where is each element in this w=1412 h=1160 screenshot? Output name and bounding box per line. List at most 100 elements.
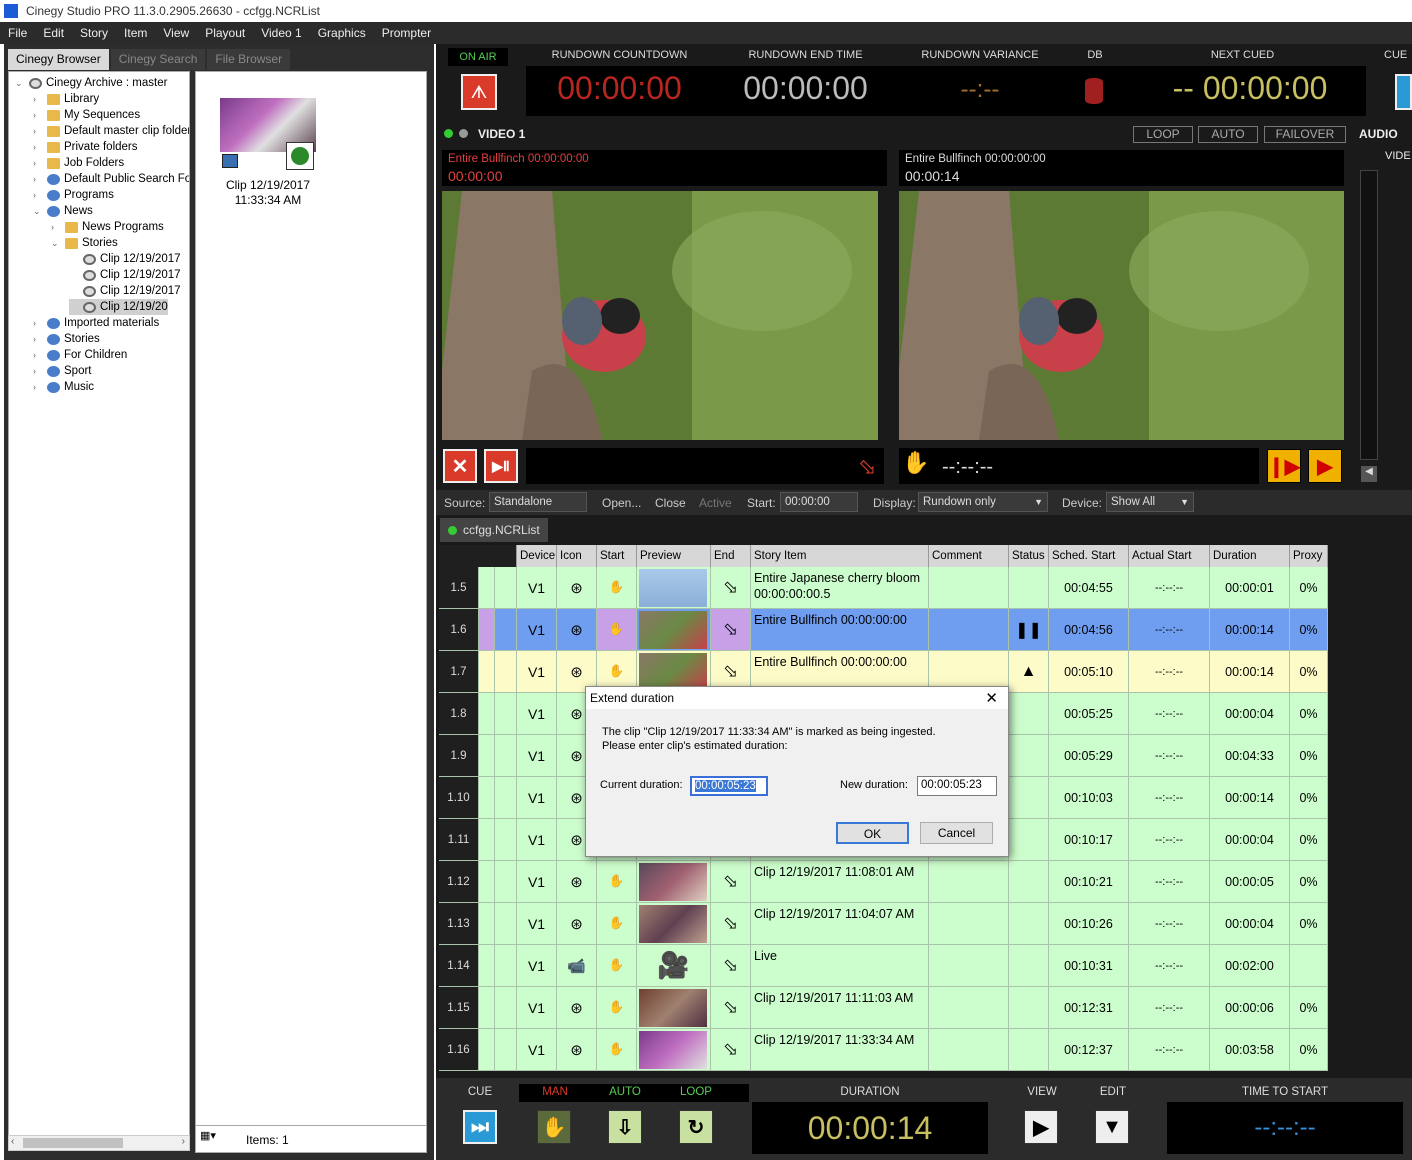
row-selector[interactable]	[495, 693, 517, 735]
play-button[interactable]: ▶	[1308, 449, 1342, 483]
manual-start-icon[interactable]: ✋	[597, 567, 637, 609]
tree-node[interactable]: › Library	[33, 91, 99, 107]
device-select[interactable]: Show All ▼	[1106, 492, 1194, 512]
tree-node[interactable]: Clip 12/19/2017	[69, 267, 181, 283]
table-row[interactable]: 1.12 V1 ⊛ ✋ ⬂ Clip 12/19/2017 11:08:01 AM 00:1…	[439, 861, 1328, 903]
scroll-right-icon[interactable]: ›	[182, 1136, 185, 1147]
tree-node[interactable]: › Default master clip folder	[33, 123, 189, 139]
stop-button[interactable]: ✕	[443, 449, 477, 483]
current-duration-field[interactable]: 00:00:05:23	[690, 776, 768, 796]
end-arrow-icon[interactable]: ⬂	[711, 945, 751, 987]
auto-mode-button[interactable]: ⇩	[608, 1110, 642, 1144]
column-header-sched[interactable]: Sched. Start	[1049, 545, 1129, 567]
column-header-duration[interactable]: Duration	[1210, 545, 1290, 567]
column-header-story[interactable]: Story Item	[751, 545, 929, 567]
chevron-right-icon[interactable]: ›	[33, 382, 43, 392]
row-selector[interactable]	[495, 735, 517, 777]
tree-node[interactable]: › Music	[33, 379, 94, 395]
column-header-end[interactable]: End	[711, 545, 751, 567]
tab-cinegy-browser[interactable]: Cinegy Browser	[8, 49, 109, 70]
tree-node[interactable]: ⌄ Cinegy Archive : master	[15, 75, 167, 91]
row-selector[interactable]	[495, 861, 517, 903]
pause-play-button[interactable]: ▶Ⅱ	[484, 449, 518, 483]
table-row[interactable]: 1.6 V1 ⊛ ✋ ⬂ Entire Bullfinch 00:00:00:00 ❚❚ 00…	[439, 609, 1328, 651]
cue-header-button[interactable]	[1395, 74, 1412, 110]
menu-graphics[interactable]: Graphics	[310, 26, 374, 40]
failover-toggle[interactable]: FAILOVER	[1264, 126, 1346, 143]
menu-story[interactable]: Story	[72, 26, 116, 40]
tree-node[interactable]: › My Sequences	[33, 107, 140, 123]
menu-playout[interactable]: Playout	[197, 26, 253, 40]
source-field[interactable]: Standalone	[489, 492, 587, 512]
manual-start-icon[interactable]: ✋	[597, 987, 637, 1029]
table-row[interactable]: 1.16 V1 ⊛ ✋ ⬂ Clip 12/19/2017 11:33:34 AM 00:1…	[439, 1029, 1328, 1071]
start-timecode-field[interactable]: 00:00:00	[780, 492, 858, 512]
tree-node[interactable]: Clip 12/19/2017	[69, 251, 181, 267]
row-selector[interactable]	[495, 987, 517, 1029]
active-button[interactable]: Active	[699, 496, 732, 510]
table-row[interactable]: 1.13 V1 ⊛ ✋ ⬂ Clip 12/19/2017 11:04:07 AM 00:1…	[439, 903, 1328, 945]
cancel-button[interactable]: Cancel	[920, 822, 993, 844]
row-selector[interactable]	[495, 945, 517, 987]
menu-edit[interactable]: Edit	[35, 26, 72, 40]
tree-node[interactable]: ⌄ Stories	[51, 235, 118, 251]
edit-button[interactable]: ▼	[1095, 1110, 1129, 1144]
column-header-proxy[interactable]: Proxy	[1290, 545, 1328, 567]
archive-tree[interactable]: ⌄ Cinegy Archive : master › Library › My Sequ…	[8, 71, 190, 1136]
menu-view[interactable]: View	[155, 26, 197, 40]
row-selector[interactable]	[495, 609, 517, 651]
manual-start-icon[interactable]: ✋	[597, 609, 637, 651]
table-row[interactable]: 1.14 V1 📹 ✋ 🎥 ⬂ Live 00:10:31 --:--:-- 00:02:00	[439, 945, 1328, 987]
chevron-right-icon[interactable]: ›	[33, 126, 43, 136]
chevron-down-icon[interactable]: ⌄	[51, 238, 61, 249]
close-icon[interactable]: ✕	[985, 689, 998, 707]
clip-caption[interactable]: Clip 12/19/2017 11:33:34 AM	[202, 178, 334, 208]
manual-start-icon[interactable]: ✋	[597, 903, 637, 945]
end-arrow-icon[interactable]: ⬂	[711, 609, 751, 651]
comment-cell[interactable]	[929, 945, 1009, 987]
tree-node[interactable]: › Imported materials	[33, 315, 159, 331]
menu-item[interactable]: Item	[116, 26, 155, 40]
open-button[interactable]: Open...	[602, 496, 641, 510]
step-play-button[interactable]: ❙▶	[1267, 449, 1301, 483]
tree-node[interactable]: › Job Folders	[33, 155, 124, 171]
chevron-right-icon[interactable]: ›	[33, 190, 43, 200]
mute-icon[interactable]: ◀	[1361, 466, 1377, 482]
row-selector[interactable]	[495, 651, 517, 693]
display-select[interactable]: Rundown only ▼	[918, 492, 1048, 512]
tab-cinegy-search[interactable]: Cinegy Search	[110, 49, 206, 70]
comment-cell[interactable]	[929, 567, 1009, 609]
ok-button[interactable]: OK	[836, 822, 909, 844]
loop-toggle[interactable]: LOOP	[1133, 126, 1193, 143]
menu-prompter[interactable]: Prompter	[374, 26, 439, 40]
manual-start-icon[interactable]: ✋	[597, 1029, 637, 1071]
on-air-icon[interactable]: ᗑ	[461, 74, 497, 110]
row-selector[interactable]	[495, 567, 517, 609]
comment-cell[interactable]	[929, 609, 1009, 651]
loop-mode-button[interactable]: ↻	[679, 1110, 713, 1144]
comment-cell[interactable]	[929, 987, 1009, 1029]
menu-file[interactable]: File	[0, 26, 35, 40]
chevron-right-icon[interactable]: ›	[33, 318, 43, 328]
end-arrow-icon[interactable]: ⬂	[711, 1029, 751, 1071]
scroll-left-icon[interactable]: ‹	[11, 1136, 14, 1147]
column-header-device[interactable]: Device	[517, 545, 557, 567]
chevron-right-icon[interactable]: ›	[33, 110, 43, 120]
column-header-status[interactable]: Status	[1009, 545, 1049, 567]
tree-node[interactable]: › Programs	[33, 187, 114, 203]
row-selector[interactable]	[495, 1029, 517, 1071]
tree-node[interactable]: ⌄ News	[33, 203, 93, 219]
column-header-preview[interactable]: Preview	[637, 545, 711, 567]
chevron-right-icon[interactable]: ›	[33, 334, 43, 344]
comment-cell[interactable]	[929, 903, 1009, 945]
comment-cell[interactable]	[929, 1029, 1009, 1071]
scroll-thumb[interactable]	[23, 1138, 123, 1148]
table-row[interactable]: 1.15 V1 ⊛ ✋ ⬂ Clip 12/19/2017 11:11:03 AM 00:1…	[439, 987, 1328, 1029]
chevron-down-icon[interactable]: ⌄	[15, 78, 25, 89]
close-button[interactable]: Close	[655, 496, 686, 510]
chevron-down-icon[interactable]: ⌄	[33, 206, 43, 217]
tree-node[interactable]: › Default Public Search Fol	[33, 171, 189, 187]
tree-node[interactable]: › Stories	[33, 331, 100, 347]
row-selector[interactable]	[495, 777, 517, 819]
chevron-right-icon[interactable]: ›	[33, 94, 43, 104]
